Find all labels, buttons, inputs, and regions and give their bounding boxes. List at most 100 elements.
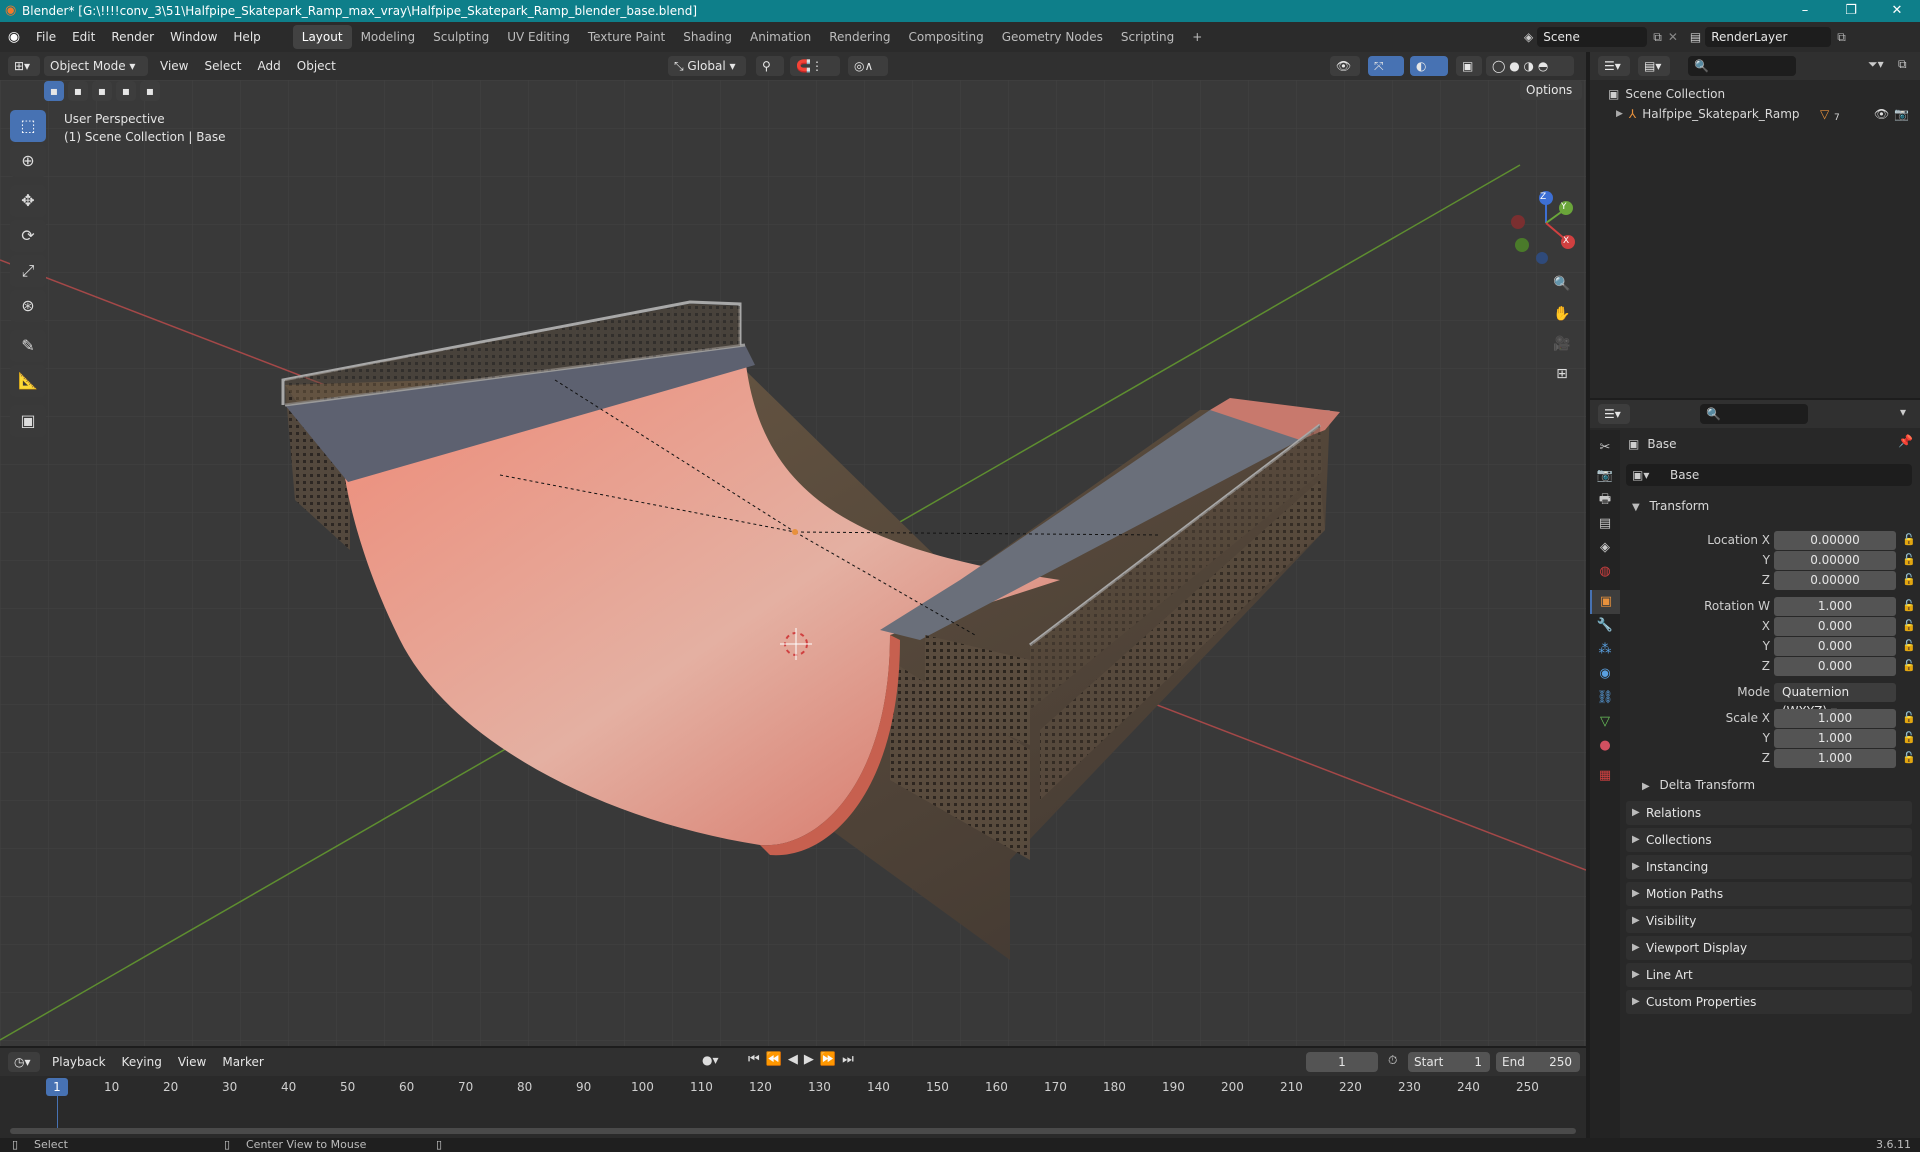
end-frame-field[interactable]: End 250 (1496, 1052, 1580, 1072)
options-dropdown[interactable]: Options (1520, 80, 1582, 100)
scale-y-field[interactable]: 1.000 (1774, 729, 1896, 748)
scene-collection-row[interactable]: ▣ Scene Collection (1608, 84, 1725, 104)
playback-menu[interactable]: Playback (44, 1055, 114, 1069)
location-x-field[interactable]: 0.00000 (1774, 531, 1896, 550)
rotate-tool-icon[interactable]: ⟳ (10, 220, 46, 252)
new-collection-icon[interactable]: ⧉ (1898, 57, 1907, 72)
add-cube-tool-icon[interactable]: ▣ (10, 405, 46, 437)
lock-icon[interactable]: 🔓 (1902, 748, 1916, 768)
viewport-menu-select[interactable]: Select (196, 59, 249, 73)
record-keyframe-icon[interactable]: ●▾ (702, 1053, 719, 1067)
rotation-mode-dropdown[interactable]: Quaternion (WXYZ) ▾ (1774, 683, 1896, 718)
timeline-track-area[interactable]: 10 20 30 40 50 60 70 80 90 100 110 120 1… (0, 1076, 1586, 1138)
object-tab-icon[interactable]: ▣ (1590, 590, 1620, 614)
rotation-x-field[interactable]: 0.000 (1774, 617, 1896, 636)
workspace-tab-modeling[interactable]: Modeling (352, 25, 425, 49)
select-subtract-icon[interactable]: ▪ (92, 81, 112, 101)
workspace-tab-animation[interactable]: Animation (741, 25, 820, 49)
lock-icon[interactable]: 🔓 (1902, 636, 1916, 656)
select-box-mode-icon[interactable]: ▪ (44, 81, 64, 101)
panel-custom-properties[interactable]: ▶ Custom Properties (1626, 990, 1912, 1014)
workspace-tab-shading[interactable]: Shading (674, 25, 741, 49)
proportional-edit-icon[interactable]: ◎∧ (848, 56, 888, 76)
gizmo-toggle-icon[interactable]: ⤧ (1368, 56, 1404, 76)
add-workspace-button[interactable]: + (1183, 25, 1211, 49)
lock-icon[interactable]: 🔓 (1902, 596, 1916, 616)
rotation-y-field[interactable]: 0.000 (1774, 637, 1896, 656)
object-name-field[interactable]: ▣▾ Base (1626, 464, 1912, 486)
render-tab-icon[interactable]: 📷 (1590, 464, 1620, 488)
workspace-tab-texture-paint[interactable]: Texture Paint (579, 25, 674, 49)
preview-range-icon[interactable]: ⏱ (1388, 1053, 1397, 1068)
panel-motion-paths[interactable]: ▶ Motion Paths (1626, 882, 1912, 906)
marker-menu[interactable]: Marker (214, 1055, 271, 1069)
close-button[interactable]: ✕ (1874, 0, 1920, 22)
workspace-tab-layout[interactable]: Layout (292, 25, 352, 49)
lock-icon[interactable]: 🔓 (1902, 530, 1916, 550)
zoom-icon[interactable]: 🔍 (1550, 272, 1574, 296)
physics-tab-icon[interactable]: ◉ (1590, 662, 1620, 686)
shading-mode-icons[interactable]: ◯ ● ◑ ◓ (1486, 56, 1574, 76)
object-name-value[interactable]: Base (1670, 464, 1699, 486)
blender-menu-icon[interactable]: ◉ (0, 29, 28, 45)
transform-panel-header[interactable]: ▼ Transform (1626, 494, 1912, 518)
workspace-tab-sculpting[interactable]: Sculpting (424, 25, 498, 49)
xray-toggle-icon[interactable]: ▣ (1456, 56, 1482, 76)
rotation-z-field[interactable]: 0.000 (1774, 657, 1896, 676)
viewport-menu-add[interactable]: Add (250, 59, 289, 73)
transform-orientation-dropdown[interactable]: ⤡ Global ▾ (668, 56, 746, 76)
ortho-grid-icon[interactable]: ⊞ (1550, 362, 1574, 386)
snap-icon[interactable]: 🧲⋮ (790, 56, 840, 76)
location-z-field[interactable]: 0.00000 (1774, 571, 1896, 590)
properties-options-icon[interactable]: ▾ (1900, 405, 1906, 419)
rotation-w-field[interactable]: 1.000 (1774, 597, 1896, 616)
pivot-point-icon[interactable]: ⚲ (756, 56, 784, 76)
render-layer-icon[interactable]: ▤ (1690, 30, 1701, 44)
visibility-filter-icon[interactable]: 👁 (1330, 56, 1360, 76)
timeline-view-menu[interactable]: View (170, 1055, 214, 1069)
scene-tab-icon[interactable]: ◈ (1590, 536, 1620, 560)
cursor-tool-icon[interactable]: ⊕ (10, 145, 46, 177)
select-extend-icon[interactable]: ▪ (68, 81, 88, 101)
delta-transform-subpanel[interactable]: ▶ Delta Transform (1642, 774, 1755, 798)
menu-edit[interactable]: Edit (64, 22, 103, 52)
menu-window[interactable]: Window (162, 22, 225, 52)
playhead-frame-label[interactable]: 1 (46, 1078, 68, 1096)
object-data-tab-icon[interactable]: ▽ (1590, 710, 1620, 734)
scene-selector[interactable]: Scene (1537, 27, 1648, 47)
overlays-toggle-icon[interactable]: ◐ (1410, 56, 1448, 76)
annotate-tool-icon[interactable]: ✎ (10, 330, 46, 362)
outliner-object-row[interactable]: ▶ ⅄ Halfpipe_Skatepark_Ramp ▽ 7 👁 📷 (1616, 104, 1916, 124)
select-invert-icon[interactable]: ▪ (116, 81, 136, 101)
editor-type-icon[interactable]: ⊞▾ (8, 56, 40, 76)
workspace-tab-geometry-nodes[interactable]: Geometry Nodes (993, 25, 1112, 49)
location-y-field[interactable]: 0.00000 (1774, 551, 1896, 570)
workspace-tab-compositing[interactable]: Compositing (899, 25, 992, 49)
move-tool-icon[interactable]: ✥ (10, 185, 46, 217)
workspace-tab-uv-editing[interactable]: UV Editing (498, 25, 579, 49)
expand-arrow-icon[interactable]: ▶ (1616, 104, 1623, 124)
scene-icon[interactable]: ◈ (1524, 30, 1533, 44)
viewport-menu-view[interactable]: View (152, 59, 196, 73)
menu-render[interactable]: Render (103, 22, 162, 52)
current-frame-field[interactable]: 1 (1306, 1052, 1378, 1072)
maximize-button[interactable]: ❐ (1828, 0, 1874, 22)
outliner-search-input[interactable]: 🔍 (1688, 56, 1796, 76)
pin-icon[interactable]: 📌 (1898, 434, 1913, 448)
outliner-editor-type-icon[interactable]: ☰▾ (1598, 56, 1630, 76)
delete-scene-icon[interactable]: ✕ (1668, 30, 1678, 44)
panel-line-art[interactable]: ▶ Line Art (1626, 963, 1912, 987)
panel-collections[interactable]: ▶ Collections (1626, 828, 1912, 852)
view-layer-tab-icon[interactable]: ▤ (1590, 512, 1620, 536)
tool-tab-icon[interactable]: ✂ (1590, 436, 1620, 460)
object-mode-dropdown[interactable]: Object Mode ▾ (44, 56, 148, 76)
timeline-editor-type-icon[interactable]: ◷▾ (8, 1052, 40, 1072)
workspace-tab-scripting[interactable]: Scripting (1112, 25, 1183, 49)
3d-viewport[interactable]: Z Y X User Perspective (1) Scene Collect… (0, 80, 1586, 1046)
render-camera-icon[interactable]: 📷 (1894, 104, 1909, 124)
pan-hand-icon[interactable]: ✋ (1550, 302, 1574, 326)
constraints-tab-icon[interactable]: ⛓ (1590, 686, 1620, 710)
outliner-filter-icon[interactable]: ⏷▾ (1868, 57, 1884, 72)
timeline-scrollbar[interactable] (10, 1128, 1576, 1134)
menu-file[interactable]: File (28, 22, 64, 52)
